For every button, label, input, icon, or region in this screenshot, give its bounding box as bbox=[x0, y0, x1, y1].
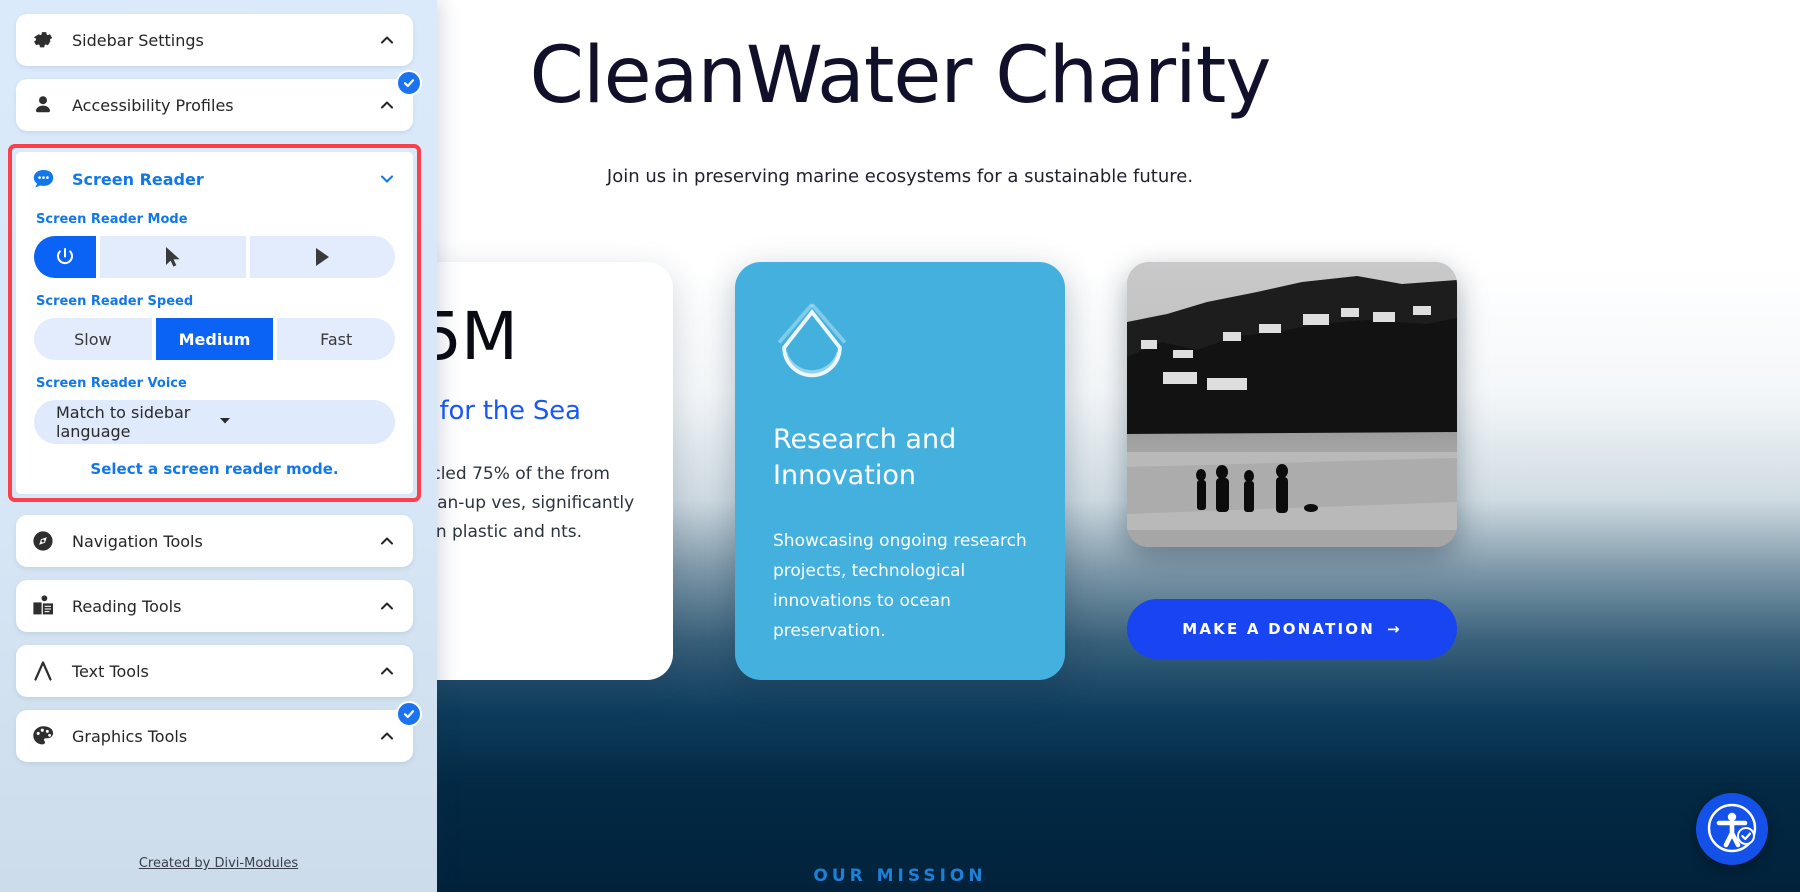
gear-icon bbox=[30, 27, 56, 53]
make-a-donation-button[interactable]: MAKE A DONATION → bbox=[1127, 599, 1457, 659]
screen-reader-mode-segmented-control[interactable] bbox=[34, 236, 395, 278]
screen-reader-speed-segmented-control[interactable]: Slow Medium Fast bbox=[34, 318, 396, 360]
chevron-down-icon[interactable] bbox=[377, 169, 397, 189]
beach-coastline-photo bbox=[1127, 262, 1457, 547]
chevron-up-icon[interactable] bbox=[377, 661, 397, 681]
sidebar-item-graphics-tools[interactable]: Graphics Tools bbox=[16, 701, 422, 762]
speed-option-medium[interactable]: Medium bbox=[155, 318, 274, 360]
sidebar-item-text-tools[interactable]: Text Tools bbox=[16, 645, 413, 697]
speech-bubble-icon bbox=[30, 166, 56, 192]
screen-reader-hint[interactable]: Select a screen reader mode. bbox=[34, 454, 395, 480]
sidebar-item-screen-reader[interactable]: Screen Reader Screen Reader Mode Screen … bbox=[16, 152, 413, 494]
status-badge-check bbox=[396, 70, 422, 96]
sidebar-item-reading-tools[interactable]: Reading Tools bbox=[16, 580, 413, 632]
sidebar-item-label: Sidebar Settings bbox=[72, 30, 204, 50]
sidebar-item-label: Text Tools bbox=[72, 661, 149, 681]
chevron-down-icon bbox=[217, 412, 378, 432]
letter-a-icon bbox=[30, 658, 56, 684]
sidebar-item-label: Reading Tools bbox=[72, 596, 182, 616]
accessibility-person-icon bbox=[1706, 802, 1758, 857]
chevron-up-icon[interactable] bbox=[377, 30, 397, 50]
palette-icon bbox=[30, 723, 56, 749]
arrow-right-icon: → bbox=[1387, 620, 1402, 638]
sidebar-item-label: Accessibility Profiles bbox=[72, 95, 234, 115]
chevron-up-icon[interactable] bbox=[377, 95, 397, 115]
sidebar-item-navigation-tools[interactable]: Navigation Tools bbox=[16, 515, 413, 567]
screen-reader-speed-label: Screen Reader Speed bbox=[36, 294, 194, 309]
screen-reader-mode-label: Screen Reader Mode bbox=[36, 212, 188, 227]
created-by-link[interactable]: Created by Divi-Modules bbox=[139, 856, 298, 871]
water-drop-icon bbox=[773, 302, 1027, 388]
person-icon bbox=[30, 92, 56, 118]
sidebar-item-label: Navigation Tools bbox=[72, 531, 203, 551]
sidebar-item-label: Graphics Tools bbox=[72, 726, 188, 746]
sidebar-footer: Created by Divi-Modules bbox=[0, 854, 437, 872]
feature-card: Research and Innovation Showcasing ongoi… bbox=[735, 262, 1065, 681]
book-icon bbox=[30, 593, 56, 619]
accessibility-sidebar: Sidebar Settings Accessibility Profiles … bbox=[0, 0, 437, 892]
mode-option-power[interactable] bbox=[34, 236, 96, 278]
screen-reader-highlight-box: Screen Reader Screen Reader Mode Screen … bbox=[8, 144, 421, 502]
sidebar-item-accessibility-profiles[interactable]: Accessibility Profiles bbox=[16, 70, 422, 131]
status-badge-check bbox=[396, 701, 422, 727]
photo-card: MAKE A DONATION → bbox=[1127, 262, 1457, 680]
chevron-up-icon[interactable] bbox=[377, 531, 397, 551]
screen-reader-voice-label: Screen Reader Voice bbox=[36, 376, 187, 391]
feature-body: Showcasing ongoing research projects, te… bbox=[773, 531, 1027, 641]
screen-reader-title: Screen Reader bbox=[72, 169, 204, 189]
compass-icon bbox=[30, 528, 56, 554]
chevron-up-icon[interactable] bbox=[377, 726, 397, 746]
speed-option-slow[interactable]: Slow bbox=[34, 318, 152, 360]
speed-option-fast[interactable]: Fast bbox=[277, 318, 396, 360]
mode-option-play[interactable] bbox=[249, 236, 395, 278]
donate-label: MAKE A DONATION bbox=[1182, 620, 1375, 638]
sidebar-scroll-area[interactable]: Sidebar Settings Accessibility Profiles … bbox=[0, 0, 429, 892]
feature-title: Research and Innovation bbox=[773, 424, 957, 491]
chevron-up-icon[interactable] bbox=[377, 596, 397, 616]
sidebar-item-sidebar-settings[interactable]: Sidebar Settings bbox=[16, 14, 413, 66]
accessibility-fab[interactable] bbox=[1696, 793, 1768, 865]
voice-selected-value: Match to sidebar language bbox=[56, 403, 191, 441]
mode-option-pointer[interactable] bbox=[100, 236, 246, 278]
screen-reader-voice-select[interactable]: Match to sidebar language bbox=[34, 400, 395, 444]
